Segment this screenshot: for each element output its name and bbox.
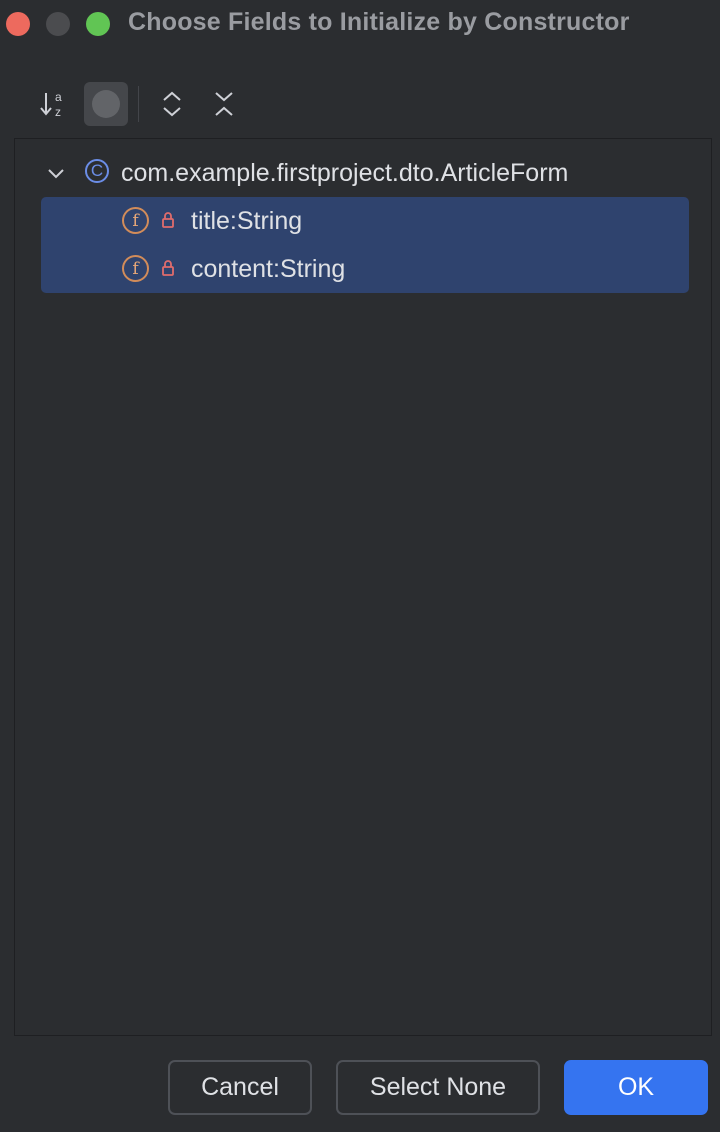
expand-all-icon [163, 91, 181, 117]
dialog-title: Choose Fields to Initialize by Construct… [128, 8, 630, 36]
close-window-button[interactable] [6, 12, 30, 36]
field-label: content:String [191, 255, 346, 283]
sort-alphabetically-button[interactable]: a z [32, 82, 76, 126]
svg-text:z: z [55, 105, 61, 119]
private-lock-icon [162, 212, 174, 228]
tree-node-field-title[interactable]: f title:String [41, 197, 689, 245]
svg-text:a: a [55, 90, 62, 104]
field-label: title:String [191, 207, 303, 235]
expand-all-button[interactable] [150, 82, 194, 126]
fields-tree: C com.example.firstproject.dto.ArticleFo… [14, 138, 712, 1036]
dialog-window: Choose Fields to Initialize by Construct… [0, 0, 720, 1132]
select-none-button[interactable]: Select None [336, 1060, 540, 1115]
class-icon: C [85, 159, 109, 183]
sort-alphabetically-icon: a z [40, 90, 62, 119]
collapse-all-button[interactable] [202, 82, 246, 126]
tree-node-field-content[interactable]: f content:String [41, 245, 689, 293]
ok-button[interactable]: OK [564, 1060, 708, 1115]
show-fields-toggle-button[interactable] [84, 82, 128, 126]
toolbar: a z [30, 80, 290, 130]
field-icon: f [122, 207, 149, 234]
private-lock-icon [162, 260, 174, 276]
title-bar: Choose Fields to Initialize by Construct… [0, 0, 720, 46]
zoom-window-button[interactable] [86, 12, 110, 36]
tree-node-class[interactable]: C com.example.firstproject.dto.ArticleFo… [15, 149, 705, 197]
cancel-button[interactable]: Cancel [168, 1060, 312, 1115]
field-icon: f [122, 255, 149, 282]
toolbar-separator [138, 86, 139, 122]
toggle-icon [92, 90, 120, 118]
chevron-down-icon[interactable] [45, 162, 67, 184]
minimize-window-button[interactable] [46, 12, 70, 36]
class-label: com.example.firstproject.dto.ArticleForm [121, 159, 569, 187]
collapse-all-icon [215, 92, 233, 116]
